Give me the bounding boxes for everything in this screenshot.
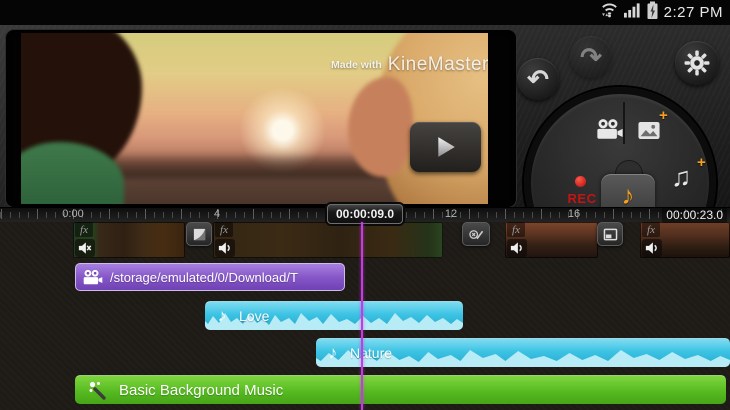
image-icon (637, 121, 661, 140)
fx-badge: fx (507, 222, 525, 237)
watermark-brand: KineMaster (388, 54, 489, 76)
layer-clip-nature[interactable]: ♪ Nature (316, 338, 730, 367)
clip-label: Love (239, 308, 269, 324)
gear-icon (684, 50, 710, 76)
transition-button-3[interactable] (597, 222, 623, 246)
music-note-icon: ♪ (316, 343, 350, 363)
battery-charging-icon (646, 0, 659, 25)
add-music-button[interactable]: ♫ (671, 162, 691, 193)
music-note-icon: ♪ (205, 306, 239, 326)
audio-tab-selected[interactable]: ♪ (601, 174, 655, 207)
media-wheel: + REC ♪ ♫ + (524, 87, 716, 207)
ruler-label-12: 12 (443, 208, 459, 220)
ruler-label-16: 16 (566, 208, 582, 220)
layer-clip-background-music[interactable]: Basic Background Music (75, 375, 726, 404)
play-icon (435, 134, 457, 160)
audio-on-icon (642, 239, 662, 257)
magic-wand-icon (75, 380, 119, 400)
video-clip-4[interactable]: fx (640, 222, 730, 258)
page-turn-icon (192, 227, 207, 242)
current-time-badge[interactable]: 00:00:09.0 (327, 204, 403, 224)
redo-button[interactable]: ↷ (570, 36, 612, 78)
redo-icon: ↷ (580, 44, 602, 70)
audio-on-icon (215, 239, 235, 257)
clip-label: /storage/emulated/0/Download/T (110, 270, 298, 285)
rec-label: REC (564, 191, 600, 206)
playhead-line (361, 222, 363, 410)
record-button[interactable]: REC (561, 174, 603, 207)
no-effect-pen-icon (468, 227, 485, 242)
clip-label: Nature (350, 345, 392, 361)
undo-icon: ↶ (527, 66, 549, 92)
video-clip-2[interactable]: fx (213, 222, 443, 258)
signal-strength-icon (624, 2, 641, 23)
play-button[interactable] (410, 122, 481, 172)
add-video-button[interactable] (595, 118, 625, 146)
wifi-icon (600, 1, 619, 24)
fx-badge: fx (75, 222, 93, 237)
settings-button[interactable] (675, 41, 719, 85)
clip-label: Basic Background Music (119, 382, 283, 399)
transition-button-1[interactable] (186, 222, 212, 246)
fx-badge: fx (642, 222, 660, 237)
undo-button[interactable]: ↶ (517, 58, 559, 100)
watermark: Made with KineMaster (331, 54, 489, 76)
watermark-prefix: Made with (331, 59, 382, 71)
fx-badge: fx (215, 222, 233, 237)
ruler-label-0: 0:00 (56, 208, 90, 220)
timeline-tracks: fx fx (0, 222, 730, 410)
woman-face (348, 77, 413, 176)
control-panel: ↶ ↷ (516, 25, 730, 207)
kinemaster-app: 2:27 PM Made with KineMaster (0, 0, 730, 410)
project-end-time: 00:00:23.0 (662, 207, 727, 223)
add-image-button[interactable] (637, 121, 661, 145)
music-notes-icon: ♫ (671, 162, 691, 192)
video-clip-3[interactable]: fx (505, 222, 598, 258)
video-camera-icon (76, 269, 110, 286)
layer-clip-love[interactable]: ♪ Love (205, 301, 463, 330)
audio-muted-icon (75, 239, 95, 257)
video-clip-1[interactable]: fx (73, 222, 185, 258)
status-bar: 2:27 PM (0, 0, 730, 25)
rec-dot-icon (575, 176, 586, 187)
music-plus-icon: + (697, 154, 706, 171)
audio-on-icon (507, 239, 527, 257)
video-camera-icon (595, 118, 625, 141)
layer-clip-video-path[interactable]: /storage/emulated/0/Download/T (75, 263, 345, 291)
transition-button-2[interactable] (462, 222, 490, 246)
video-preview[interactable]: Made with KineMaster (6, 30, 516, 207)
editor-stage: Made with KineMaster ↶ ↷ (0, 25, 730, 207)
clock-text: 2:27 PM (664, 4, 723, 21)
music-note-icon: ♪ (622, 180, 635, 207)
image-plus-icon: + (659, 107, 668, 124)
picture-in-picture-icon (603, 228, 618, 241)
ruler-label-4: 4 (211, 208, 223, 220)
